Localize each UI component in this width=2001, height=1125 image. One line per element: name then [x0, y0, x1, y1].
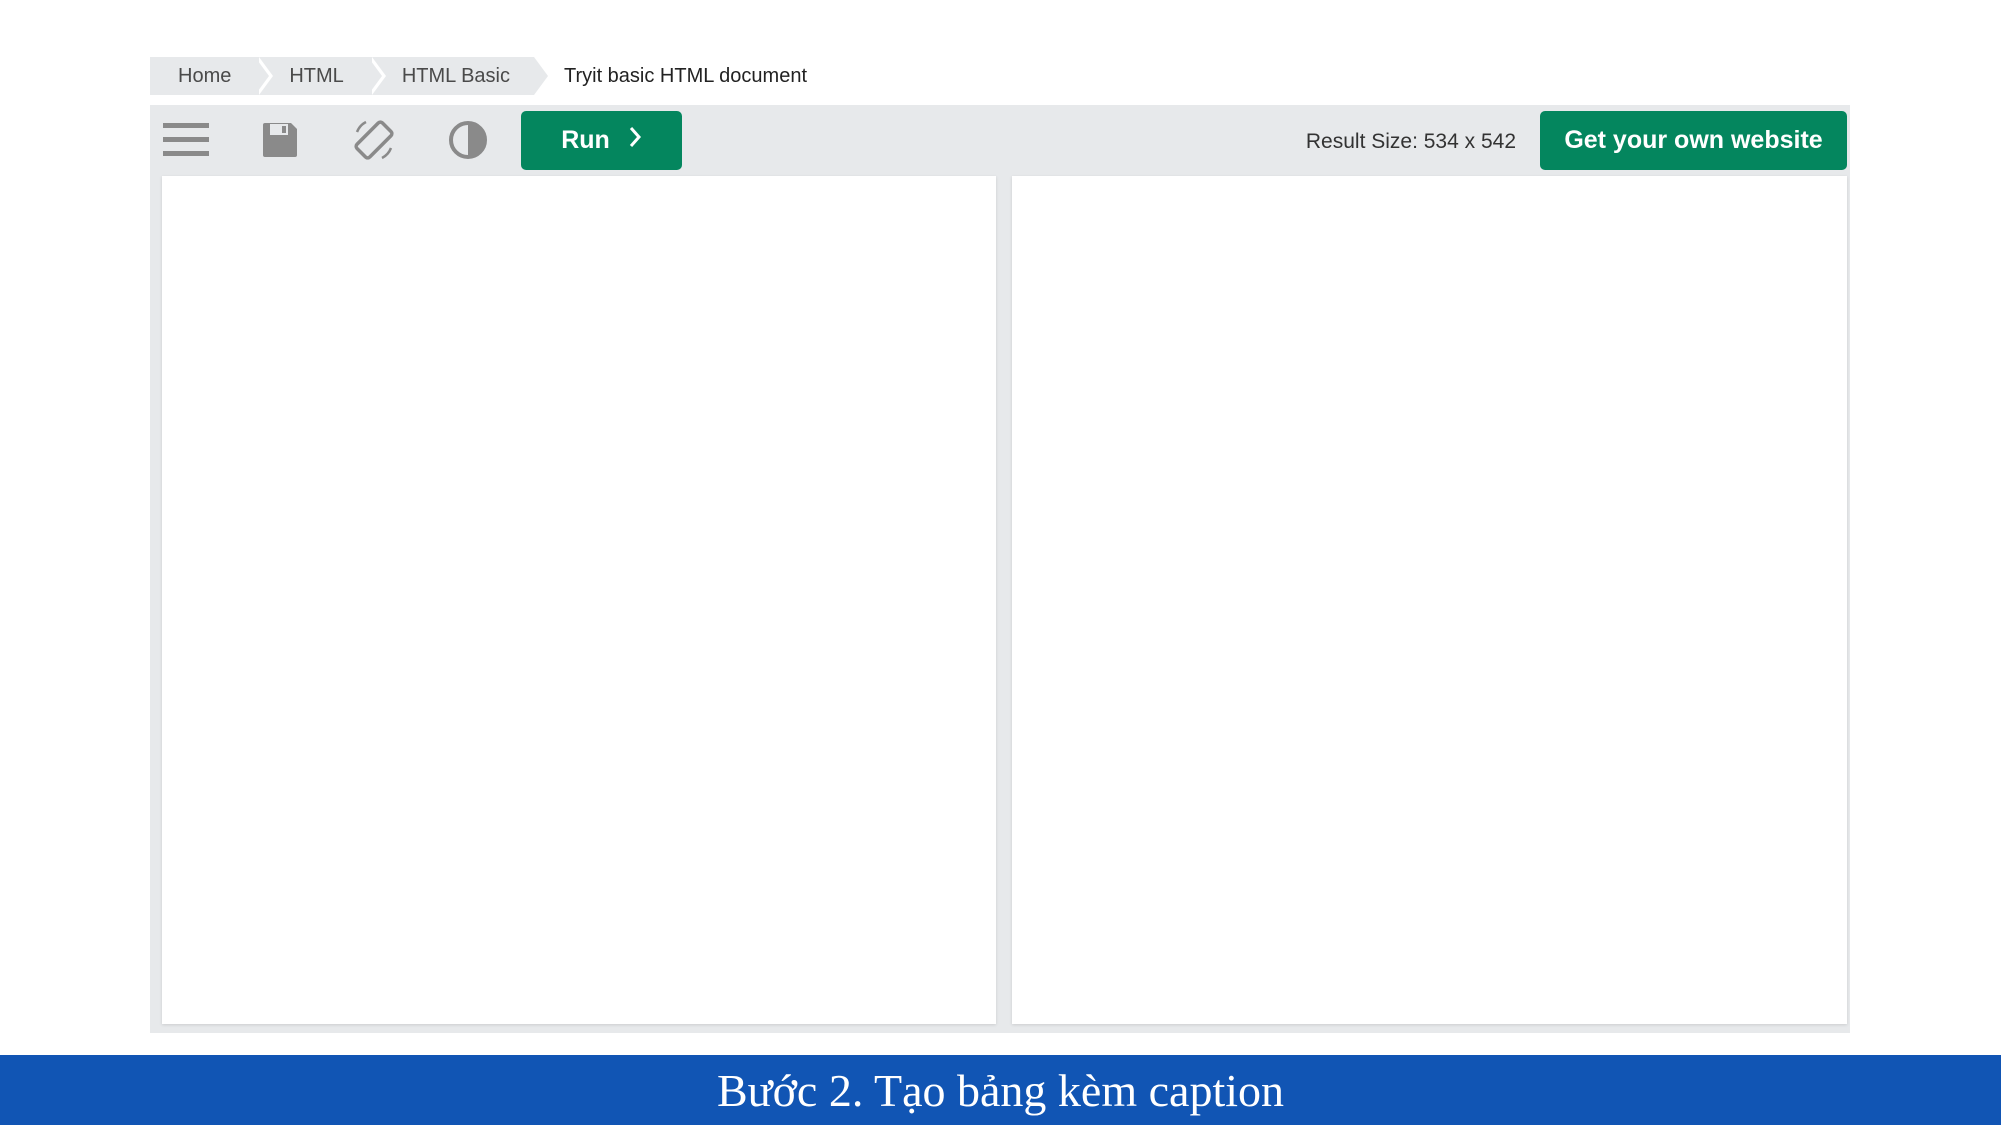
run-button-label: Run	[561, 126, 610, 154]
save-icon[interactable]	[257, 117, 303, 163]
breadcrumb-html-basic-label: HTML Basic	[401, 64, 510, 87]
toolbar: Run Result Size: 534 x 542 Get your own …	[150, 105, 1850, 175]
run-button[interactable]: Run	[521, 111, 682, 170]
result-panel	[1012, 176, 1847, 1024]
menu-icon[interactable]	[163, 117, 209, 163]
caption-banner: Bước 2. Tạo bảng kèm caption	[0, 1055, 2001, 1125]
chevron-right-icon	[628, 126, 642, 155]
tryit-editor-frame: Run Result Size: 534 x 542 Get your own …	[150, 105, 1850, 1033]
code-editor-panel[interactable]	[162, 176, 996, 1024]
breadcrumb-home-label: Home	[178, 64, 232, 87]
breadcrumb-html-label: HTML	[289, 64, 344, 87]
caption-text: Bước 2. Tạo bảng kèm caption	[716, 1064, 1285, 1116]
result-size-text: Result Size: 534 x 542	[1305, 130, 1516, 153]
get-website-button[interactable]: Get your own website	[1540, 111, 1847, 170]
breadcrumb-html-basic[interactable]: HTML Basic	[367, 57, 553, 95]
breadcrumb-current: Tryit basic HTML document	[534, 57, 807, 95]
contrast-icon[interactable]	[445, 117, 491, 163]
rotate-icon[interactable]	[351, 117, 397, 163]
breadcrumb-home[interactable]: Home	[150, 57, 274, 95]
get-website-button-label: Get your own website	[1564, 126, 1823, 154]
breadcrumb-current-label: Tryit basic HTML document	[563, 64, 808, 87]
breadcrumb: Home HTML HTML Basic Tryit basic HTML do…	[150, 57, 807, 95]
